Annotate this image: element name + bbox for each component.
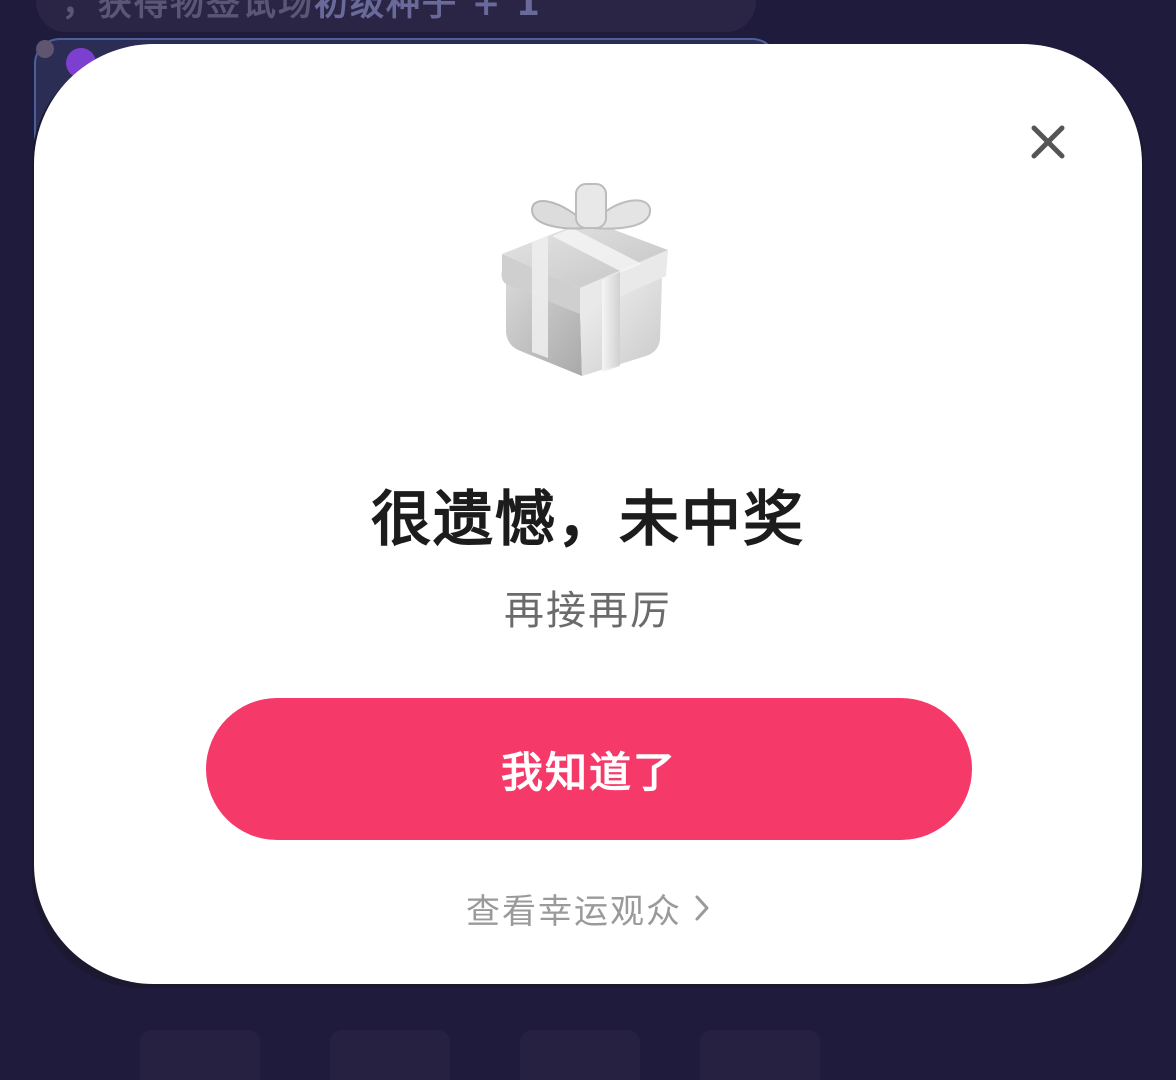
gift-box-icon xyxy=(492,180,682,380)
got-it-button[interactable]: 我知道了 xyxy=(206,698,972,840)
view-lucky-audience-link[interactable]: 查看幸运观众 xyxy=(34,888,1142,936)
background-bottom-bar xyxy=(140,1030,900,1080)
background-banner-prefix: ，获得物签试场 xyxy=(62,0,314,24)
result-dialog: 很遗憾，未中奖 再接再厉 我知道了 查看幸运观众 xyxy=(34,44,1142,984)
background-badge-icon xyxy=(36,40,54,58)
background-banner-text: ，获得物签试场初级种子 + 1 xyxy=(62,0,542,25)
screen: ，获得物签试场初级种子 + 1 很遗憾，未中奖 再接再厉 我知道了 查看幸运观众 xyxy=(0,0,1176,1080)
view-lucky-audience-label: 查看幸运观众 xyxy=(466,892,682,932)
dialog-title: 很遗憾，未中奖 xyxy=(371,485,805,555)
background-banner-highlight: 初级种子 + 1 xyxy=(314,0,542,24)
chevron-right-icon xyxy=(694,887,710,935)
dialog-subtitle: 再接再厉 xyxy=(504,588,672,634)
close-icon[interactable] xyxy=(1026,120,1070,164)
background-chat-banner: ，获得物签试场初级种子 + 1 xyxy=(36,0,756,32)
